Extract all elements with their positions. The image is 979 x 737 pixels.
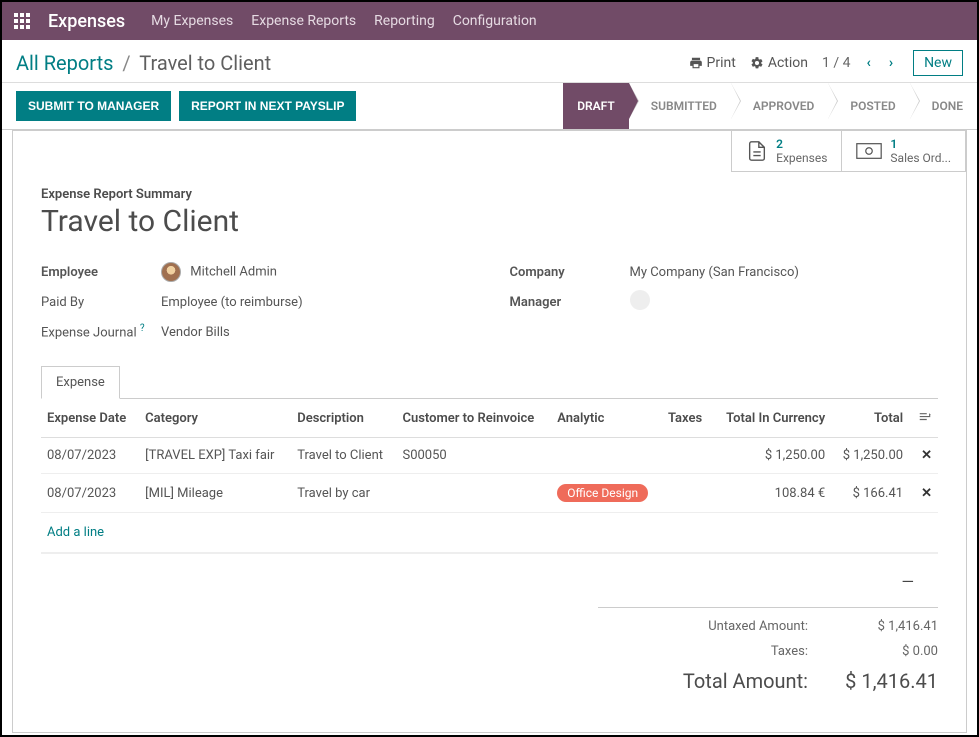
manager-field[interactable] <box>630 290 650 314</box>
journal-label: Expense Journal <box>41 326 137 341</box>
untaxed-value: $ 1,416.41 <box>838 619 938 634</box>
taxes-total-label: Taxes: <box>598 644 838 659</box>
delete-row-icon[interactable]: ✕ <box>915 486 932 501</box>
th-total[interactable]: Total <box>831 399 909 438</box>
stat-button-expenses[interactable]: 2 Expenses <box>731 131 842 172</box>
th-date[interactable]: Expense Date <box>41 399 139 438</box>
avatar-empty-icon <box>630 290 650 310</box>
status-done[interactable]: DONE <box>910 83 977 129</box>
sheet-subtitle: Expense Report Summary <box>41 187 938 202</box>
company-label: Company <box>510 265 630 280</box>
stat-expenses-count: 2 <box>776 137 827 151</box>
main-navbar: Expenses My Expenses Expense Reports Rep… <box>2 2 977 40</box>
th-analytic[interactable]: Analytic <box>551 399 662 438</box>
cell-total[interactable]: $ 166.41 <box>831 474 909 513</box>
stat-expenses-label: Expenses <box>776 151 827 165</box>
journal-value[interactable]: Vendor Bills <box>161 325 230 340</box>
manager-label: Manager <box>510 295 630 310</box>
table-row[interactable]: 08/07/2023 [MIL] Mileage Travel by car O… <box>41 474 938 513</box>
print-label: Print <box>707 55 736 71</box>
tab-expense[interactable]: Expense <box>41 366 120 399</box>
th-total-currency[interactable]: Total In Currency <box>712 399 832 438</box>
status-approved[interactable]: APPROVED <box>731 83 829 129</box>
total-amount-value: $ 1,416.41 <box>838 669 938 693</box>
money-icon <box>856 142 882 160</box>
th-description[interactable]: Description <box>291 399 396 438</box>
cell-total[interactable]: $ 1,250.00 <box>831 438 909 474</box>
avatar-icon <box>161 262 181 282</box>
employee-value: Mitchell Admin <box>190 264 277 279</box>
subtotal-dash: — <box>41 554 938 599</box>
printer-icon <box>689 56 703 70</box>
th-taxes[interactable]: Taxes <box>662 399 712 438</box>
cell-taxes[interactable] <box>662 438 712 474</box>
breadcrumb-root[interactable]: All Reports <box>16 51 113 75</box>
status-posted[interactable]: POSTED <box>828 83 909 129</box>
cell-category[interactable]: [TRAVEL EXP] Taxi fair <box>139 438 291 474</box>
form-sheet: 2 Expenses 1 Sales Ord... Expense Report… <box>12 130 967 733</box>
cell-date[interactable]: 08/07/2023 <box>41 438 139 474</box>
pager-next[interactable]: › <box>887 55 895 71</box>
pager-prev[interactable]: ‹ <box>864 55 872 71</box>
th-customer[interactable]: Customer to Reinvoice <box>396 399 551 438</box>
totals-block: Untaxed Amount: $ 1,416.41 Taxes: $ 0.00… <box>598 607 938 708</box>
cell-description[interactable]: Travel to Client <box>291 438 396 474</box>
cell-taxes[interactable] <box>662 474 712 513</box>
nav-link-reporting[interactable]: Reporting <box>374 13 435 29</box>
total-amount-label: Total Amount: <box>598 669 838 693</box>
delete-row-icon[interactable]: ✕ <box>915 448 932 463</box>
status-bar: DRAFT SUBMITTED APPROVED POSTED DONE <box>563 83 977 129</box>
options-icon[interactable] <box>918 409 932 423</box>
breadcrumb-separator: / <box>122 51 130 75</box>
cell-total-currency[interactable]: $ 1,250.00 <box>712 438 832 474</box>
paid-by-label: Paid By <box>41 295 161 310</box>
cell-analytic[interactable]: Office Design <box>551 474 662 513</box>
status-draft[interactable]: DRAFT <box>563 83 629 129</box>
employee-field[interactable]: Mitchell Admin <box>161 262 277 282</box>
help-icon[interactable]: ? <box>140 323 145 334</box>
pager-text[interactable]: 1 / 4 <box>822 55 850 71</box>
breadcrumb-current: Travel to Client <box>139 51 271 75</box>
cell-date[interactable]: 08/07/2023 <box>41 474 139 513</box>
company-value[interactable]: My Company (San Francisco) <box>630 265 799 280</box>
breadcrumb: All Reports / Travel to Client <box>16 51 271 75</box>
action-status-row: SUBMIT TO MANAGER REPORT IN NEXT PAYSLIP… <box>2 83 977 130</box>
control-panel: All Reports / Travel to Client Print Act… <box>2 40 977 83</box>
untaxed-label: Untaxed Amount: <box>598 619 838 634</box>
th-category[interactable]: Category <box>139 399 291 438</box>
stat-button-sales-orders[interactable]: 1 Sales Ord... <box>842 131 966 172</box>
cell-customer[interactable] <box>396 474 551 513</box>
add-line-link[interactable]: Add a line <box>41 513 938 553</box>
stat-so-label: Sales Ord... <box>890 151 951 165</box>
taxes-total-value: $ 0.00 <box>838 644 938 659</box>
stat-so-count: 1 <box>890 137 951 151</box>
action-label: Action <box>768 55 808 71</box>
print-button[interactable]: Print <box>689 55 736 71</box>
document-icon <box>746 140 768 162</box>
table-row[interactable]: 08/07/2023 [TRAVEL EXP] Taxi fair Travel… <box>41 438 938 474</box>
employee-label: Employee <box>41 265 161 280</box>
expense-table: Expense Date Category Description Custom… <box>41 399 938 554</box>
apps-icon[interactable] <box>14 13 30 29</box>
new-button[interactable]: New <box>913 50 963 76</box>
paid-by-value[interactable]: Employee (to reimburse) <box>161 295 303 310</box>
cell-customer[interactable]: S00050 <box>396 438 551 474</box>
cell-analytic[interactable] <box>551 438 662 474</box>
analytic-tag[interactable]: Office Design <box>557 484 648 502</box>
action-button[interactable]: Action <box>750 55 808 71</box>
status-submitted[interactable]: SUBMITTED <box>629 83 731 129</box>
app-brand[interactable]: Expenses <box>48 11 125 32</box>
nav-link-my-expenses[interactable]: My Expenses <box>151 13 233 29</box>
sheet-title[interactable]: Travel to Client <box>41 204 938 239</box>
cell-total-currency[interactable]: 108.84 € <box>712 474 832 513</box>
cell-description[interactable]: Travel by car <box>291 474 396 513</box>
nav-link-configuration[interactable]: Configuration <box>453 13 537 29</box>
nav-link-expense-reports[interactable]: Expense Reports <box>251 13 356 29</box>
gear-icon <box>750 56 764 70</box>
submit-to-manager-button[interactable]: SUBMIT TO MANAGER <box>16 91 171 121</box>
report-in-next-payslip-button[interactable]: REPORT IN NEXT PAYSLIP <box>179 91 356 121</box>
cell-category[interactable]: [MIL] Mileage <box>139 474 291 513</box>
